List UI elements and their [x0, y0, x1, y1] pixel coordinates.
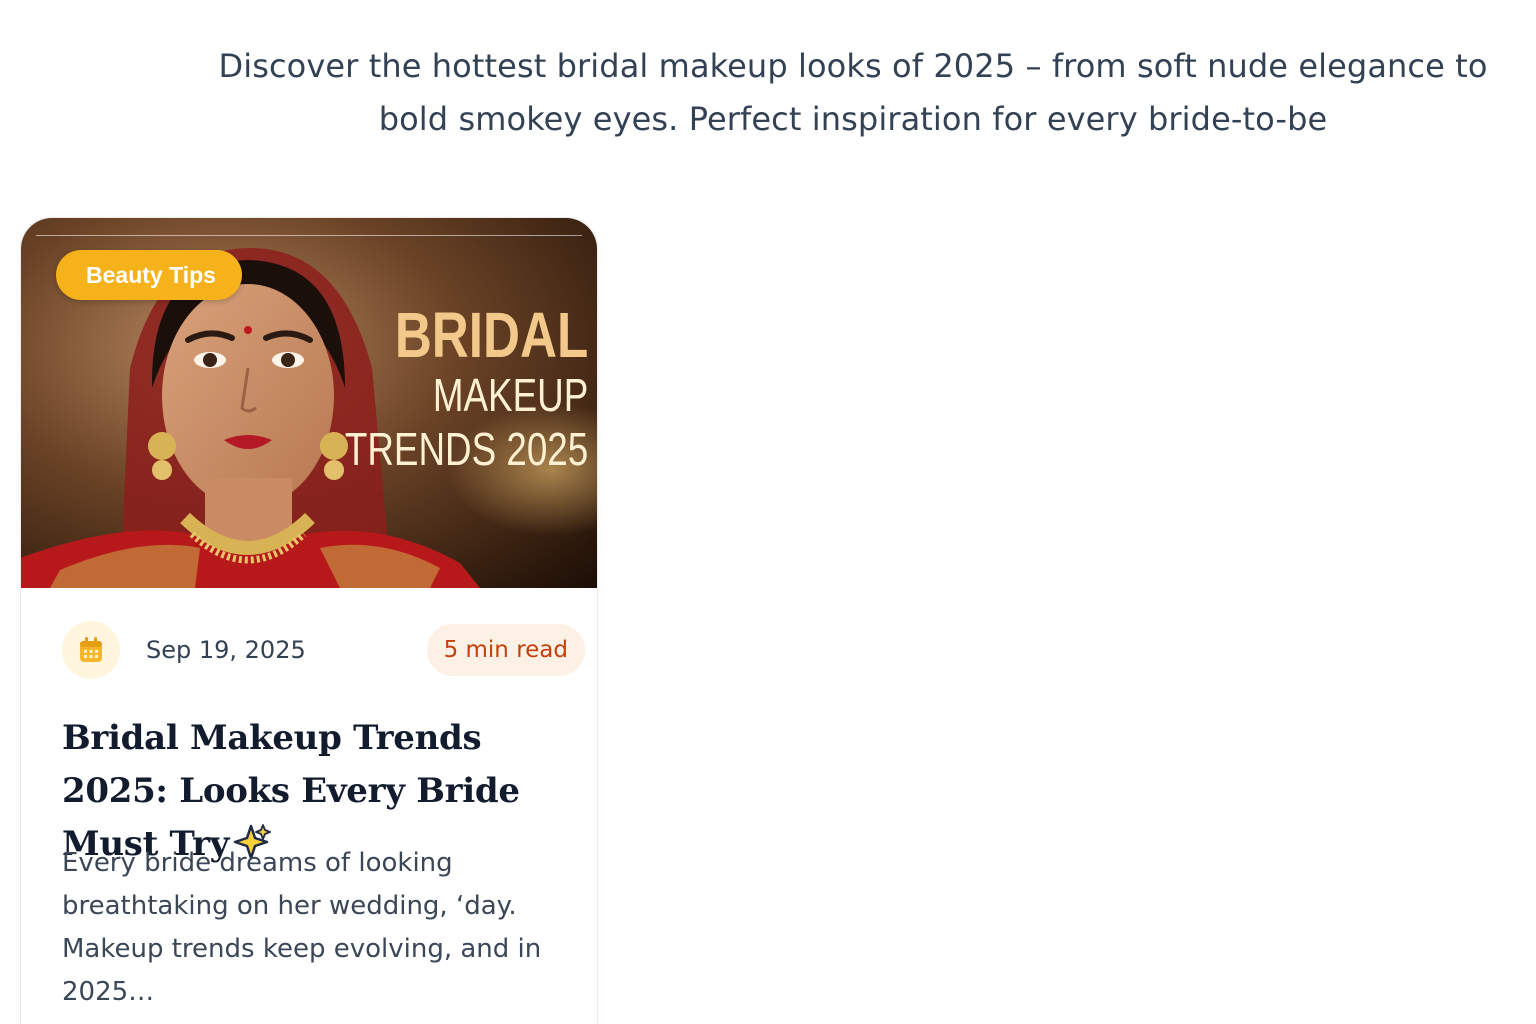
page: Discover the hottest bridal makeup looks…: [0, 0, 1536, 1024]
read-time-badge: 5 min read: [426, 624, 585, 676]
image-top-rule: [36, 235, 582, 236]
blog-post-card[interactable]: Beauty Tips BRIDAL MAKEUP TRENDS 2025 Se…: [20, 217, 598, 1024]
post-date: Sep 19, 2025: [146, 636, 306, 664]
image-headline: BRIDAL MAKEUP TRENDS 2025: [345, 302, 588, 476]
post-excerpt: Every bride dreams of looking breathtaki…: [62, 848, 542, 1007]
post-featured-image[interactable]: Beauty Tips BRIDAL MAKEUP TRENDS 2025: [21, 218, 597, 588]
calendar-icon: [62, 621, 120, 679]
image-headline-line-2: MAKEUP: [432, 369, 588, 421]
image-headline-line-1: BRIDAL: [394, 299, 588, 371]
category-badge[interactable]: Beauty Tips: [56, 250, 242, 300]
post-meta: Sep 19, 2025 5 min read: [62, 621, 585, 679]
section-intro-text: Discover the hottest bridal makeup looks…: [218, 47, 1488, 138]
image-headline-line-3: TRENDS 2025: [344, 423, 588, 475]
